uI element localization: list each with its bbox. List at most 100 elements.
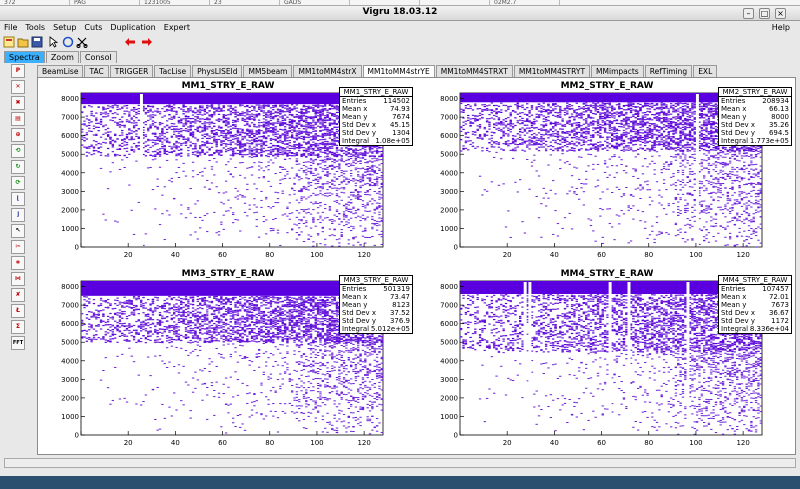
subtab-mm1tomm4strx[interactable]: MM1toMM4strX [293,65,362,77]
histogram-bin [213,107,216,109]
tool-button[interactable]: ⊕ [11,128,25,142]
histogram-bin [561,136,564,138]
tool-button[interactable]: ↖ [11,224,25,238]
minimize-button[interactable]: – [743,8,754,19]
histogram-bin [587,133,590,135]
menu-file[interactable]: File [0,21,21,34]
menu-expert[interactable]: Expert [160,21,194,34]
histogram-bin [154,114,157,116]
subtab-reftiming[interactable]: RefTiming [644,65,693,77]
histogram-bin [260,129,263,132]
histogram-bin [585,102,588,104]
subtab-physliseld[interactable]: PhysLISEld [192,65,243,77]
tool-button[interactable]: ⟳ [11,176,25,190]
histogram-bin [206,107,209,109]
histogram-bin [509,143,512,145]
tab-spectra[interactable]: Spectra [4,51,45,63]
histogram-bin [368,170,372,172]
menu-duplication[interactable]: Duplication [106,21,159,34]
subtab-taclise[interactable]: TacLise [154,65,192,77]
tool-button[interactable]: ✂ [11,240,25,254]
subtab-beamlise[interactable]: BeamLise [37,65,84,77]
open-folder-icon[interactable] [17,36,29,48]
histogram-bin [307,212,310,214]
arrow-right-icon[interactable] [141,36,153,48]
histogram-bin [305,209,308,211]
menu-cuts[interactable]: Cuts [80,21,106,34]
circle-icon[interactable] [62,36,74,48]
histogram-bin [267,165,270,167]
histogram-bin [250,105,254,107]
histogram-bin [144,123,148,126]
subtab-mm1tomm4stryt[interactable]: MM1toMM4STRYT [513,65,591,77]
scissors-icon[interactable] [76,36,88,48]
histogram-bin [371,152,374,154]
stats-key: Integral [342,137,370,145]
histogram-bin [288,139,291,142]
histogram-bin [361,235,365,237]
histogram-bin [324,144,327,146]
menu-help[interactable]: Help [768,21,794,34]
tool-button[interactable]: ✕ [11,80,25,94]
tool-button[interactable]: ⌊ [11,192,25,206]
histogram-bin [316,234,320,236]
subtab-trigger[interactable]: TRIGGER [109,65,154,77]
histogram-pad[interactable]: MM2_STRY_E_RAW 0 1000 2000 3000 4000 5000 6000 7… [418,79,796,267]
tool-button[interactable]: ⋈ [11,272,25,286]
histogram-bin [556,138,560,141]
histogram-bin [288,121,291,123]
histogram-bin [575,113,578,115]
save-icon[interactable] [31,36,43,48]
arrow-left-icon[interactable] [124,36,136,48]
tab-zoom[interactable]: Zoom [45,51,79,63]
histogram-bin [189,126,192,128]
histogram-bin [335,239,339,241]
histogram-bin [283,139,287,141]
histogram-bin [326,115,329,117]
histogram-bin [246,117,249,119]
subtab-exl[interactable]: EXL [693,65,718,77]
subtab-mm5beam[interactable]: MM5beam [243,65,293,77]
menu-setup[interactable]: Setup [49,21,80,34]
tool-button[interactable]: ⌗ [11,256,25,270]
histogram-bin [566,161,569,163]
tool-button[interactable]: ✘ [11,288,25,302]
menu-tools[interactable]: Tools [21,21,49,34]
histogram-bin [380,178,383,180]
histogram-bin [549,128,553,130]
subtab-tac[interactable]: TAC [84,65,109,77]
histogram-bin [298,133,301,135]
histogram-canvas[interactable]: MM1_STRY_E_RAW 0 1000 2000 3000 4000 5000 6000 7… [37,77,796,455]
arrow-cursor-icon[interactable] [48,35,60,48]
histogram-bin [364,227,367,229]
subtab-mmimpacts[interactable]: MMimpacts [591,65,644,77]
tool-button[interactable]: ⌋ [11,208,25,222]
subtab-mm1tomm4strxt[interactable]: MM1toMM4STRXT [435,65,513,77]
histogram-bin [380,217,383,219]
tool-button[interactable]: P [11,64,25,78]
tool-button[interactable]: ▤ [11,112,25,126]
histogram-bin [182,123,185,125]
histogram-bin [260,105,263,107]
histogram-bin [173,131,176,133]
tool-button[interactable]: ✖ [11,96,25,110]
new-canvas-icon[interactable] [3,36,15,48]
tab-consol[interactable]: Consol [79,51,117,63]
histogram-bin [206,151,209,153]
tool-button[interactable]: FFT [11,336,25,350]
histogram-bin [215,109,218,111]
histogram-bin [132,108,136,110]
tool-button[interactable]: Ł [11,304,25,318]
histogram-bin [312,175,315,177]
close-button[interactable]: × [775,8,786,19]
histogram-bin [352,151,355,154]
histogram-pad[interactable]: MM1_STRY_E_RAW 0 1000 2000 3000 4000 5000 6000 7… [39,79,417,267]
histogram-bin [467,119,470,122]
histogram-bin [552,110,555,112]
histogram-bin [222,110,225,112]
subtab-mm1tomm4strye[interactable]: MM1toMM4strYE [362,65,435,77]
tool-button[interactable]: Σ [11,320,25,334]
maximize-button[interactable]: □ [759,8,770,19]
tool-button[interactable]: ↻ [11,160,25,174]
tool-button[interactable]: ⟲ [11,144,25,158]
